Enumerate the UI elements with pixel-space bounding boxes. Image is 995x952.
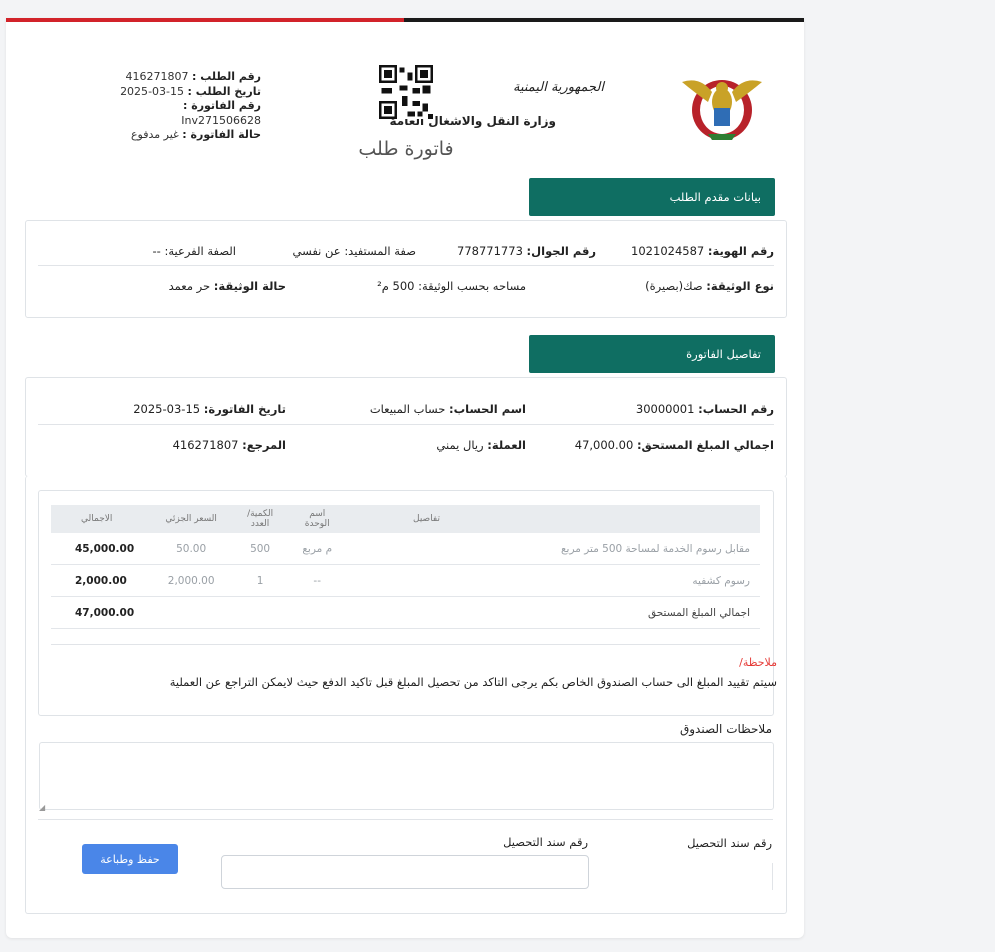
applicant-card: رقم الهوية: 1021024587 رقم الجوال: 77877…	[25, 220, 787, 318]
subtype-label: الصفة الفرعية:	[164, 244, 236, 258]
row-qty: 1	[230, 564, 290, 597]
col-details: تفاصيل	[344, 505, 760, 533]
beneficiary-label: صفة المستفيد:	[344, 244, 416, 258]
cashbox-notes-textarea[interactable]	[39, 742, 774, 810]
area-value: 500 م²	[377, 279, 415, 293]
invoice-details-card: رقم الحساب: 30000001 اسم الحساب: حساب ال…	[25, 377, 787, 477]
doc-status-label: حالة الوثيقة:	[213, 279, 286, 293]
invoice-page: الجمهورية اليمنية وزارة النقل والاشغال ا…	[6, 18, 804, 938]
currency: ريال يمني	[436, 438, 484, 452]
phone-value: 778771773	[457, 244, 523, 258]
subtype-value: --	[152, 244, 161, 258]
table-row: رسوم كشفيه -- 1 2,000.00 2,000.00	[51, 564, 760, 597]
invoice-date-label: تاريخ الفاتورة:	[203, 402, 286, 416]
invoice-date: 15-03-2025	[133, 402, 201, 416]
table-row: مقابل رسوم الخدمة لمساحة 500 متر مربع م …	[51, 533, 760, 565]
country-name: الجمهورية اليمنية	[512, 80, 604, 95]
receipt-no-input[interactable]	[221, 855, 589, 889]
receipt-no-label-right: رقم سند التحصيل	[687, 836, 772, 850]
total-value: 47,000.00	[51, 596, 153, 629]
request-date: 15-03-2025	[120, 84, 185, 98]
row-total: 45,000.00	[51, 533, 153, 565]
note-body: سيتم تقييد المبلغ الى حساب الصندوق الخاص…	[169, 675, 777, 689]
invoice-no-label: رقم الفاتورة :	[182, 99, 261, 112]
invoice-no: Inv271506628	[181, 113, 261, 127]
document-title: فاتورة طلب	[358, 138, 454, 160]
total-label: اجمالي المبلغ المستحق	[344, 596, 760, 629]
total-due: 47,000.00	[574, 438, 634, 452]
invoice-items-table: تفاصيل اسم الوحدة الكمية/العدد السعر الج…	[51, 505, 760, 629]
account-name-label: اسم الحساب:	[449, 402, 526, 416]
note-title: ملاحظة/	[739, 656, 777, 669]
resize-handle-icon[interactable]: ◢	[39, 803, 45, 812]
ref: 416271807	[172, 438, 239, 452]
total-due-label: اجمالي المبلغ المستحق:	[636, 438, 774, 452]
phone-label: رقم الجوال:	[526, 244, 596, 258]
request-no-label: رقم الطلب :	[192, 70, 261, 83]
cashbox-notes-label: ملاحظات الصندوق	[679, 722, 772, 736]
row-unit: --	[289, 564, 345, 597]
ref-label: المرجع:	[242, 438, 286, 452]
receipt-no-label: رقم سند التحصيل	[503, 835, 588, 849]
eagle-emblem-icon	[682, 80, 762, 140]
row-unit: م مربع	[289, 533, 345, 565]
account-no: 30000001	[635, 402, 695, 416]
qr-code-icon	[379, 65, 433, 119]
table-header-row: تفاصيل اسم الوحدة الكمية/العدد السعر الج…	[51, 505, 760, 533]
doc-status-value: حر معمد	[168, 279, 211, 293]
request-meta: رقم الطلب : 416271807 تاريخ الطلب : 15-0…	[106, 70, 261, 143]
doc-type-label: نوع الوثيقة:	[706, 279, 774, 293]
invoice-status: غير مدفوع	[130, 128, 179, 141]
doc-type-value: صك(بصيرة)	[645, 279, 703, 293]
request-no: 416271807	[125, 70, 189, 83]
tab-applicant-data: بيانات مقدم الطلب	[529, 178, 775, 216]
row-details: رسوم كشفيه	[344, 564, 760, 597]
col-qty: الكمية/العدد	[230, 505, 290, 533]
row-unit-price: 50.00	[152, 533, 231, 565]
col-unit: اسم الوحدة	[289, 505, 345, 533]
request-date-label: تاريخ الطلب :	[187, 84, 261, 98]
table-total-row: اجمالي المبلغ المستحق 47,000.00	[51, 596, 760, 629]
beneficiary-value: عن نفسي	[292, 244, 341, 258]
account-no-label: رقم الحساب:	[698, 402, 774, 416]
row-qty: 500	[230, 533, 290, 565]
row-unit-price: 2,000.00	[152, 564, 231, 597]
currency-label: العملة:	[487, 438, 526, 452]
top-accent-bar	[6, 18, 804, 22]
row-total: 2,000.00	[51, 564, 153, 597]
col-total: الاجمالي	[51, 505, 153, 533]
save-print-button[interactable]: حفظ وطباعة	[82, 844, 178, 874]
invoice-status-label: حالة الفاتورة :	[182, 128, 261, 141]
id-value: 1021024587	[631, 244, 705, 258]
account-name: حساب المبيعات	[369, 402, 446, 416]
tab-invoice-details: تفاصيل الفاتورة	[529, 335, 775, 373]
area-label: مساحه بحسب الوثيقة:	[418, 279, 526, 293]
id-label: رقم الهوية:	[707, 244, 774, 258]
row-details: مقابل رسوم الخدمة لمساحة 500 متر مربع	[344, 533, 760, 565]
col-unit-price: السعر الجزئي	[152, 505, 231, 533]
